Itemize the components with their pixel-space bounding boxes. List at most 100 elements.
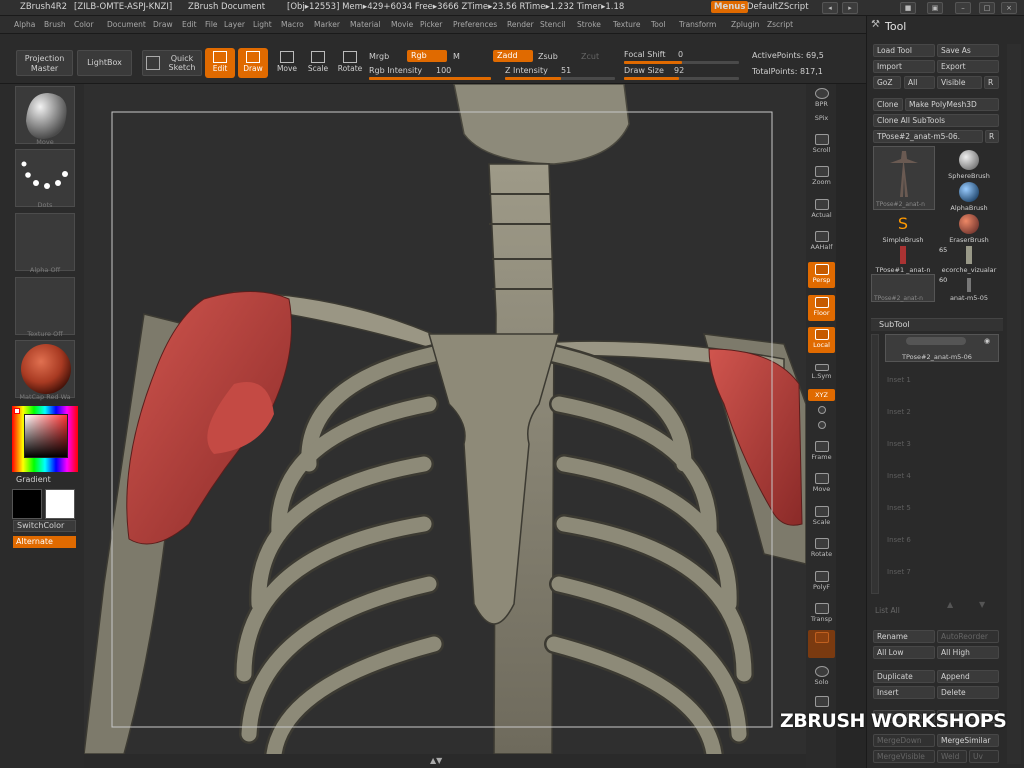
merge-similar-button[interactable]: MergeSimilar — [937, 734, 999, 747]
main-color-swatch[interactable] — [45, 489, 75, 519]
menu-texture[interactable]: Texture — [613, 20, 640, 29]
move-view-button[interactable]: Move — [808, 471, 835, 497]
menu-transform[interactable]: Transform — [679, 20, 716, 29]
menu-zscript[interactable]: Zscript — [767, 20, 793, 29]
zadd-toggle[interactable]: Zadd — [493, 50, 533, 62]
ecorche-tool[interactable]: ecorche_vizualar — [937, 246, 1001, 274]
rotate-z-button[interactable] — [808, 419, 835, 433]
mrgb-toggle[interactable]: Mrgb — [369, 52, 389, 61]
goz-all-button[interactable]: All — [904, 76, 935, 89]
zsub-toggle[interactable]: Zsub — [538, 52, 558, 61]
all-low-button[interactable]: All Low — [873, 646, 935, 659]
tpose2-tool[interactable]: TPose#2_anat-n — [871, 274, 935, 302]
all-high-button[interactable]: All High — [937, 646, 999, 659]
merge-down-button[interactable]: MergeDown — [873, 734, 935, 747]
tool-panel-title[interactable]: Tool — [885, 20, 906, 33]
ghost-button[interactable] — [808, 630, 835, 658]
menu-edit[interactable]: Edit — [182, 20, 197, 29]
menu-stroke[interactable]: Stroke — [577, 20, 601, 29]
menu-alpha[interactable]: Alpha — [14, 20, 35, 29]
rotate-button[interactable]: Rotate — [335, 48, 365, 78]
current-tool-thumbnail[interactable]: TPose#2_anat-n — [873, 146, 935, 210]
maximize-icon[interactable]: □ — [979, 2, 995, 14]
floor-button[interactable]: Floor — [808, 295, 835, 321]
menu-document[interactable]: Document — [107, 20, 146, 29]
anat-m5-05-tool[interactable]: anat-m5-05 — [937, 278, 1001, 302]
clone-button[interactable]: Clone — [873, 98, 903, 111]
scale-button[interactable]: Scale — [303, 48, 333, 78]
sphere-brush-tool[interactable]: SphereBrush — [937, 150, 1001, 180]
subtool-slot-4[interactable]: Inset 4 — [887, 472, 911, 480]
menu-macro[interactable]: Macro — [281, 20, 304, 29]
edit-button[interactable]: Edit — [205, 48, 235, 78]
spix-slider[interactable]: SPix — [808, 114, 835, 130]
brush-thumbnail[interactable] — [15, 86, 75, 144]
lightbox-button[interactable]: LightBox — [77, 50, 132, 76]
menu-preferences[interactable]: Preferences — [453, 20, 497, 29]
eye-icon[interactable]: ◉ — [984, 337, 990, 345]
bpr-button[interactable]: BPR — [808, 86, 835, 112]
stroke-thumbnail[interactable] — [15, 149, 75, 207]
texture-thumbnail[interactable] — [15, 277, 75, 335]
gradient-label[interactable]: Gradient — [16, 475, 51, 484]
arrow-down-icon[interactable]: ▼ — [979, 600, 985, 609]
default-zscript[interactable]: DefaultZScript — [747, 2, 809, 12]
append-button[interactable]: Append — [937, 670, 999, 683]
switch-color-button[interactable]: SwitchColor — [13, 520, 76, 532]
subtool-scrollbar[interactable] — [871, 334, 879, 594]
transp-button[interactable]: Transp — [808, 601, 835, 627]
color-square[interactable] — [24, 414, 68, 458]
arrow-right-icon[interactable]: ▸ — [842, 2, 858, 14]
lock-icon[interactable]: ▣ — [927, 2, 943, 14]
collapse-arrow-icon[interactable]: ▲▼ — [430, 756, 442, 765]
arrow-up-icon[interactable]: ▲ — [947, 600, 953, 609]
save-as-button[interactable]: Save As — [937, 44, 999, 57]
merge-visible-button[interactable]: MergeVisible — [873, 750, 935, 763]
subtool-slot-6[interactable]: Inset 6 — [887, 536, 911, 544]
actual-button[interactable]: Actual — [808, 197, 835, 223]
subtool-slot-1[interactable]: Inset 1 — [887, 376, 911, 384]
goz-visible-button[interactable]: Visible — [937, 76, 982, 89]
projection-master-button[interactable]: Projection Master — [16, 50, 73, 76]
draw-button[interactable]: Draw — [238, 48, 268, 78]
menu-material[interactable]: Material — [350, 20, 380, 29]
rename-button[interactable]: Rename — [873, 630, 935, 643]
import-button[interactable]: Import — [873, 60, 935, 73]
menu-movie[interactable]: Movie — [391, 20, 413, 29]
persp-button[interactable]: Persp — [808, 262, 835, 288]
zcut-toggle[interactable]: Zcut — [581, 52, 599, 61]
goz-r-button[interactable]: R — [984, 76, 999, 89]
zoom-button[interactable]: Zoom — [808, 164, 835, 190]
lsym-button[interactable]: L.Sym — [808, 362, 835, 384]
secondary-color-swatch[interactable] — [12, 489, 42, 519]
weld-button[interactable]: Weld — [937, 750, 967, 763]
z-intensity-slider[interactable] — [505, 77, 615, 80]
simple-brush-tool[interactable]: S SimpleBrush — [871, 214, 935, 244]
skeleton-model[interactable] — [84, 84, 806, 754]
subtool-slot-3[interactable]: Inset 3 — [887, 440, 911, 448]
menu-light[interactable]: Light — [253, 20, 272, 29]
export-button[interactable]: Export — [937, 60, 999, 73]
rotate-y-button[interactable] — [808, 404, 835, 418]
delete-button[interactable]: Delete — [937, 686, 999, 699]
menu-marker[interactable]: Marker — [314, 20, 340, 29]
tool-panel-scrollbar[interactable] — [1007, 44, 1021, 764]
subtool-header[interactable]: SubTool — [871, 318, 1003, 331]
menu-brush[interactable]: Brush — [44, 20, 66, 29]
rgb-intensity-slider[interactable] — [369, 77, 491, 80]
local-button[interactable]: Local — [808, 327, 835, 353]
m-toggle[interactable]: M — [453, 52, 460, 61]
frame-button[interactable]: Frame — [808, 439, 835, 465]
subtool-slot-5[interactable]: Inset 5 — [887, 504, 911, 512]
draw-size-slider[interactable] — [624, 77, 739, 80]
clone-all-subtools-button[interactable]: Clone All SubTools — [873, 114, 999, 127]
subtool-slot-7[interactable]: Inset 7 — [887, 568, 911, 576]
close-icon[interactable]: × — [1001, 2, 1017, 14]
save-icon[interactable]: ■ — [900, 2, 916, 14]
subtool-slot-2[interactable]: Inset 2 — [887, 408, 911, 416]
menu-color[interactable]: Color — [74, 20, 94, 29]
menu-tool[interactable]: Tool — [651, 20, 666, 29]
menu-zplugin[interactable]: Zplugin — [731, 20, 759, 29]
rotate-view-button[interactable]: Rotate — [808, 536, 835, 562]
uv-button[interactable]: Uv — [969, 750, 999, 763]
